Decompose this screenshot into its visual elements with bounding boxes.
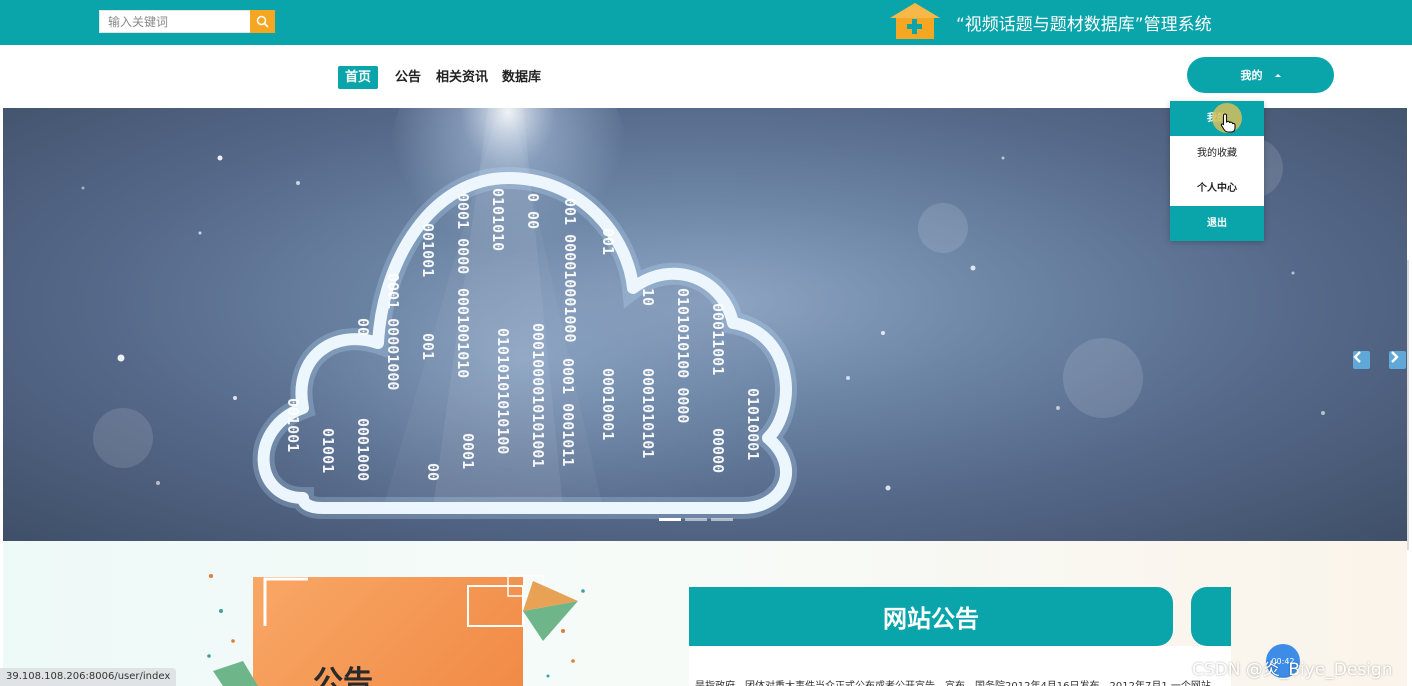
carousel-dot[interactable] — [685, 518, 707, 521]
user-menu-button[interactable]: 我的 — [1187, 57, 1334, 93]
nav-item-news[interactable]: 相关资讯 — [429, 66, 495, 89]
svg-text:10: 10 — [639, 288, 657, 306]
svg-text:01001: 01001 — [319, 428, 337, 473]
svg-text:0101010100 0000: 0101010100 0000 — [674, 288, 692, 423]
svg-text:00000: 00000 — [709, 428, 727, 473]
dropdown-item-profile[interactable]: 个人中心 — [1170, 171, 1264, 206]
svg-text:00011001: 00011001 — [709, 303, 727, 375]
watermark: CSDN @炎_Biye_Design — [1192, 660, 1393, 680]
site-title: “视频话题与题材数据库”管理系统 — [956, 15, 1212, 35]
carousel-dot[interactable] — [659, 518, 681, 521]
search-box — [99, 10, 275, 33]
notice-card-label: 公告 — [313, 665, 373, 686]
svg-text:0 00: 0 00 — [524, 193, 542, 229]
nav-item-notice[interactable]: 公告 — [388, 66, 428, 89]
search-button[interactable] — [250, 10, 275, 33]
search-icon — [256, 15, 269, 28]
svg-text:0001010101: 0001010101 — [639, 368, 657, 458]
scrollbar-edge — [1407, 260, 1409, 550]
hand-cursor-icon — [1220, 113, 1236, 133]
svg-text:0001000010101001: 0001000010101001 — [529, 323, 547, 468]
svg-text:01010001: 01010001 — [744, 388, 762, 460]
site-notice-title: 网站公告 — [689, 587, 1173, 646]
svg-text:0001: 0001 — [459, 433, 477, 469]
carousel-prev-button[interactable] — [1353, 351, 1370, 369]
dropdown-item-logout[interactable]: 退出 — [1170, 206, 1264, 241]
svg-text:0001001010: 0001001010 — [454, 288, 472, 378]
nav-item-database[interactable]: 数据库 — [495, 66, 548, 89]
svg-text:001001: 001001 — [419, 223, 437, 277]
notice-excerpt[interactable]: 是指政府、团体对重大事件当众正式公布或者公开宣告、宣布。国务院2012年4月16… — [695, 677, 1231, 686]
svg-text:00: 00 — [424, 463, 442, 481]
site-notice-tab[interactable] — [1191, 587, 1231, 646]
svg-text:001: 001 — [599, 228, 617, 255]
svg-text:0001 0000: 0001 0000 — [454, 193, 472, 274]
user-menu-label: 我的 — [1240, 69, 1263, 82]
nav-bar: 首页 公告 相关资讯 数据库 我的 — [3, 45, 1409, 108]
svg-text:00010001: 00010001 — [599, 368, 617, 440]
svg-text:001001: 001001 — [284, 398, 302, 452]
dropdown-item-favorites[interactable]: 我的收藏 — [1170, 136, 1264, 171]
svg-text:0101010: 0101010 — [489, 188, 507, 251]
svg-text:0001 0001011: 0001 0001011 — [559, 358, 577, 466]
chevron-left-icon — [1353, 351, 1361, 363]
search-input[interactable] — [99, 10, 250, 33]
page: “视频话题与题材数据库”管理系统 首页 公告 相关资讯 数据库 我的 — [0, 0, 1412, 686]
top-bar: “视频话题与题材数据库”管理系统 — [0, 0, 1412, 45]
svg-text:00: 00 — [354, 318, 372, 336]
svg-text:0001 00001000: 0001 00001000 — [384, 273, 402, 390]
carousel-indicators — [659, 518, 733, 521]
svg-text:0001000: 0001000 — [354, 418, 372, 481]
nav-item-home[interactable]: 首页 — [338, 66, 379, 89]
svg-text:001: 001 — [419, 333, 437, 360]
chevron-right-icon — [1391, 351, 1399, 363]
status-url: 39.108.108.206:8006/user/index — [0, 668, 177, 686]
carousel-dot[interactable] — [711, 518, 733, 521]
svg-text:01010101010100: 01010101010100 — [494, 328, 512, 454]
caret-up-icon — [1274, 73, 1281, 77]
svg-text:001 000010001000: 001 000010001000 — [561, 198, 579, 343]
notice-decoration — [207, 574, 585, 686]
home-logo-icon — [890, 3, 940, 39]
carousel-next-button[interactable] — [1389, 351, 1406, 369]
